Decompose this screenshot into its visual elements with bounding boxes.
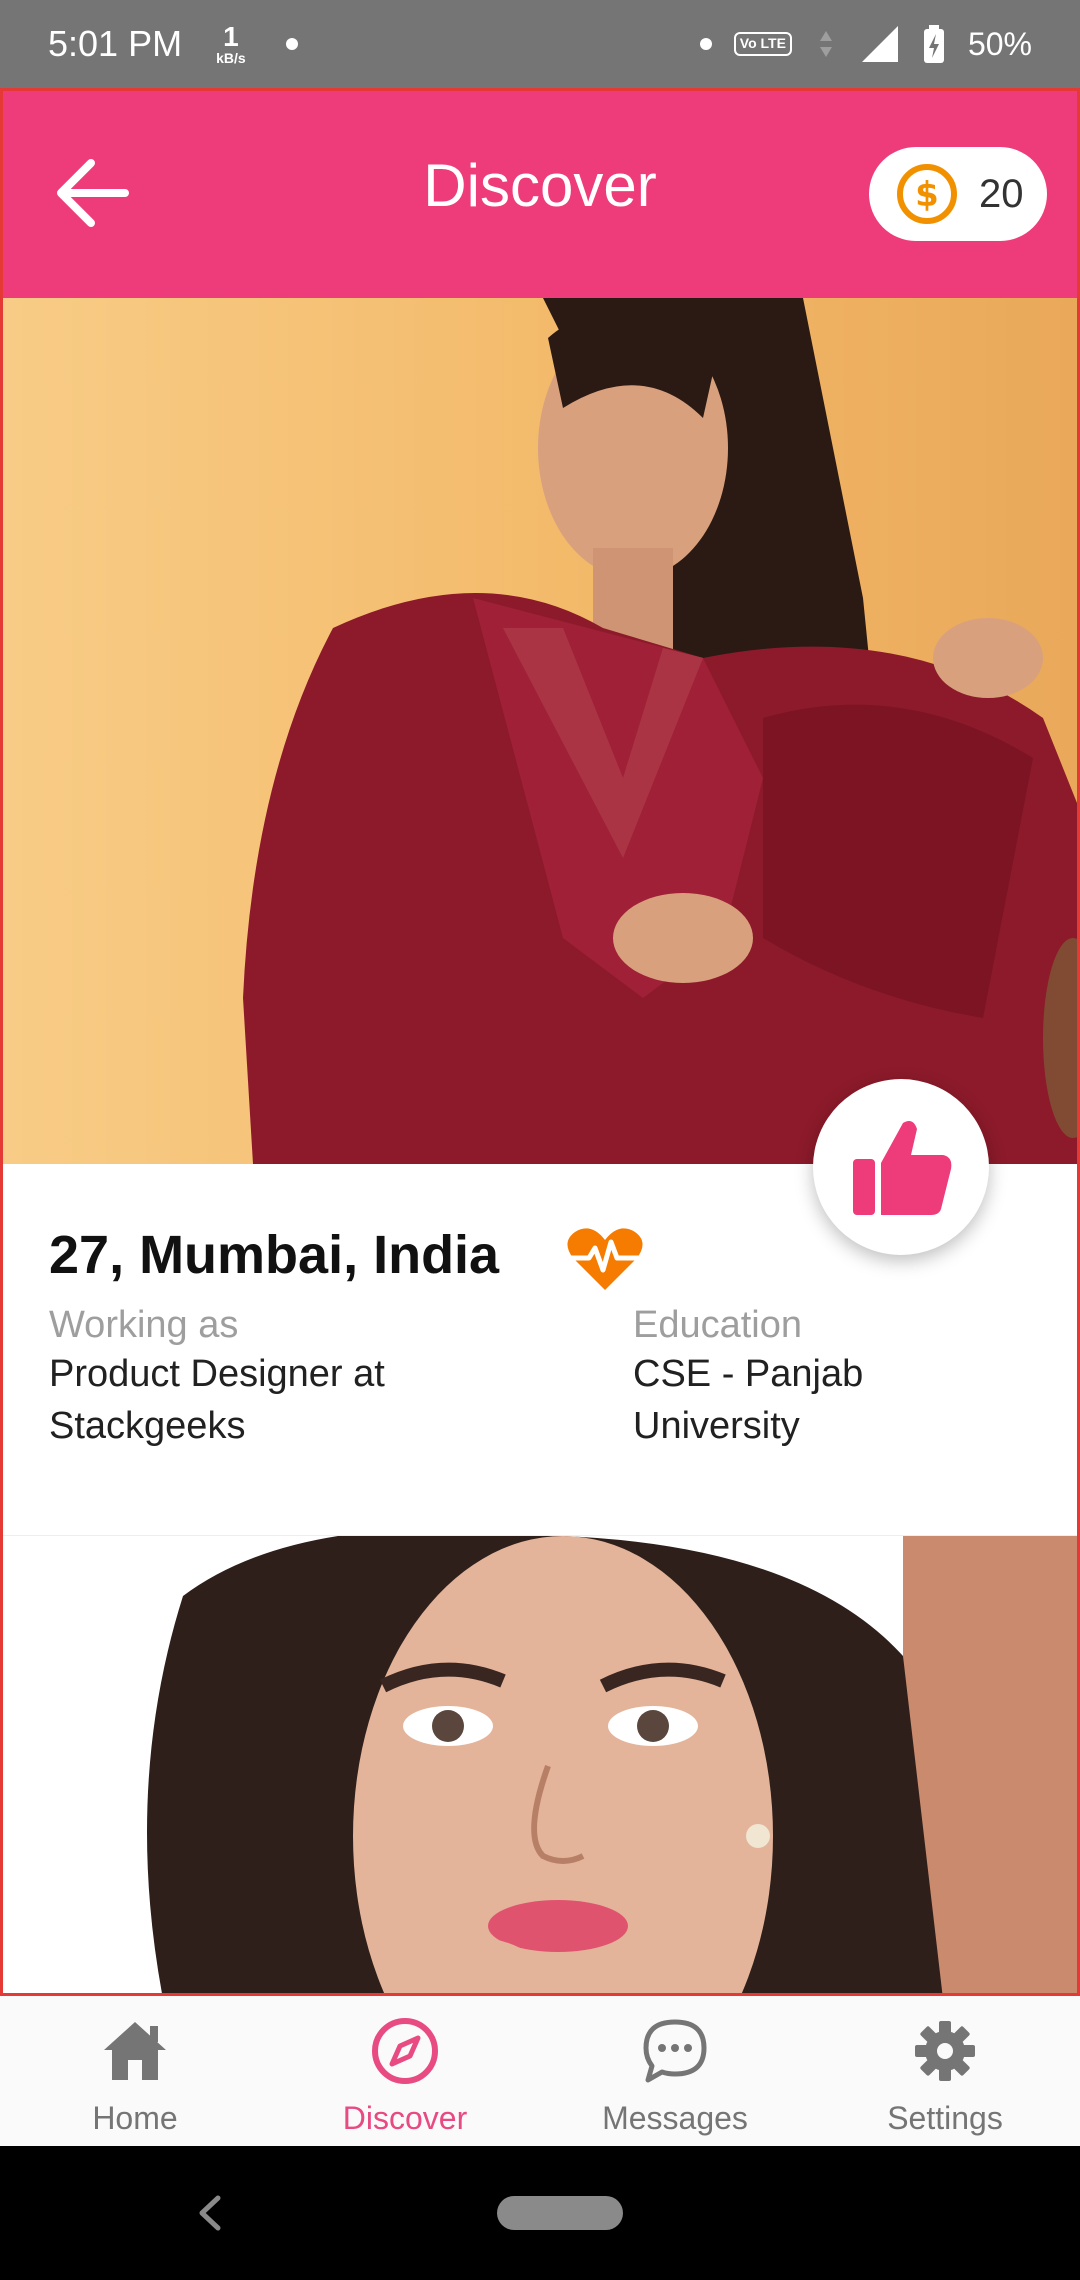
thumbs-up-icon: [853, 1121, 952, 1215]
notification-dot: [285, 38, 298, 50]
work-label: Working as: [49, 1304, 239, 1346]
app-header: Discover $ 20: [3, 91, 1077, 298]
coin-count: 20: [979, 171, 1024, 216]
coin-icon: $: [897, 164, 957, 224]
gear-icon: [915, 2021, 975, 2081]
battery-icon: [923, 25, 944, 63]
notification-dot: [699, 38, 712, 50]
system-back-icon[interactable]: [190, 2190, 230, 2236]
status-time: 5:01 PM: [48, 23, 183, 64]
coin-balance[interactable]: $ 20: [869, 147, 1047, 241]
next-profile-photo-illustration: [3, 1536, 1077, 1993]
network-speed-value: 1: [223, 21, 239, 52]
svg-text:$: $: [915, 175, 939, 215]
next-profile-photo[interactable]: [3, 1536, 1077, 1993]
network-speed-unit: kB/s: [216, 50, 246, 66]
app-screen: Discover $ 20 27, Mumbai, India Working …: [0, 88, 1080, 1996]
battery-percent: 50%: [967, 25, 1032, 62]
nav-item-settings[interactable]: Settings: [810, 1996, 1080, 2146]
system-navigation-bar: [0, 2146, 1080, 2280]
nav-item-discover[interactable]: Discover: [270, 1996, 540, 2146]
compass-icon: [372, 2018, 438, 2084]
education-value: CSE - Panjab University: [633, 1353, 864, 1447]
nav-label-home: Home: [92, 2100, 178, 2136]
data-arrows-icon: [819, 31, 832, 57]
nav-label-discover: Discover: [342, 2100, 468, 2136]
work-value: Product Designer at Stackgeeks: [49, 1353, 385, 1447]
like-button[interactable]: [813, 1079, 989, 1255]
network-speed: 1 kB/s: [216, 21, 246, 66]
nav-label-messages: Messages: [602, 2100, 748, 2136]
signal-icon: [861, 26, 898, 62]
profile-heading: 27, Mumbai, India: [49, 1225, 500, 1285]
nav-item-messages[interactable]: Messages: [540, 1996, 810, 2146]
bottom-navigation: Home Discover Messages Settings: [0, 1996, 1080, 2146]
volte-icon: Vo LTE: [733, 32, 792, 56]
system-home-pill[interactable]: [497, 2196, 623, 2230]
status-icons: Vo LTE 50%: [699, 24, 1032, 64]
status-bar: 5:01 PM 1 kB/s Vo LTE 50%: [0, 0, 1080, 88]
nav-label-settings: Settings: [887, 2100, 1003, 2136]
profile-photo[interactable]: [3, 298, 1077, 1164]
chat-bubble-icon: [643, 2019, 707, 2083]
nav-item-home[interactable]: Home: [0, 1996, 270, 2146]
profile-photo-illustration: [3, 298, 1077, 1164]
education-label: Education: [633, 1304, 803, 1346]
heartbeat-heart-icon: [567, 1228, 643, 1290]
home-icon: [104, 2022, 166, 2080]
